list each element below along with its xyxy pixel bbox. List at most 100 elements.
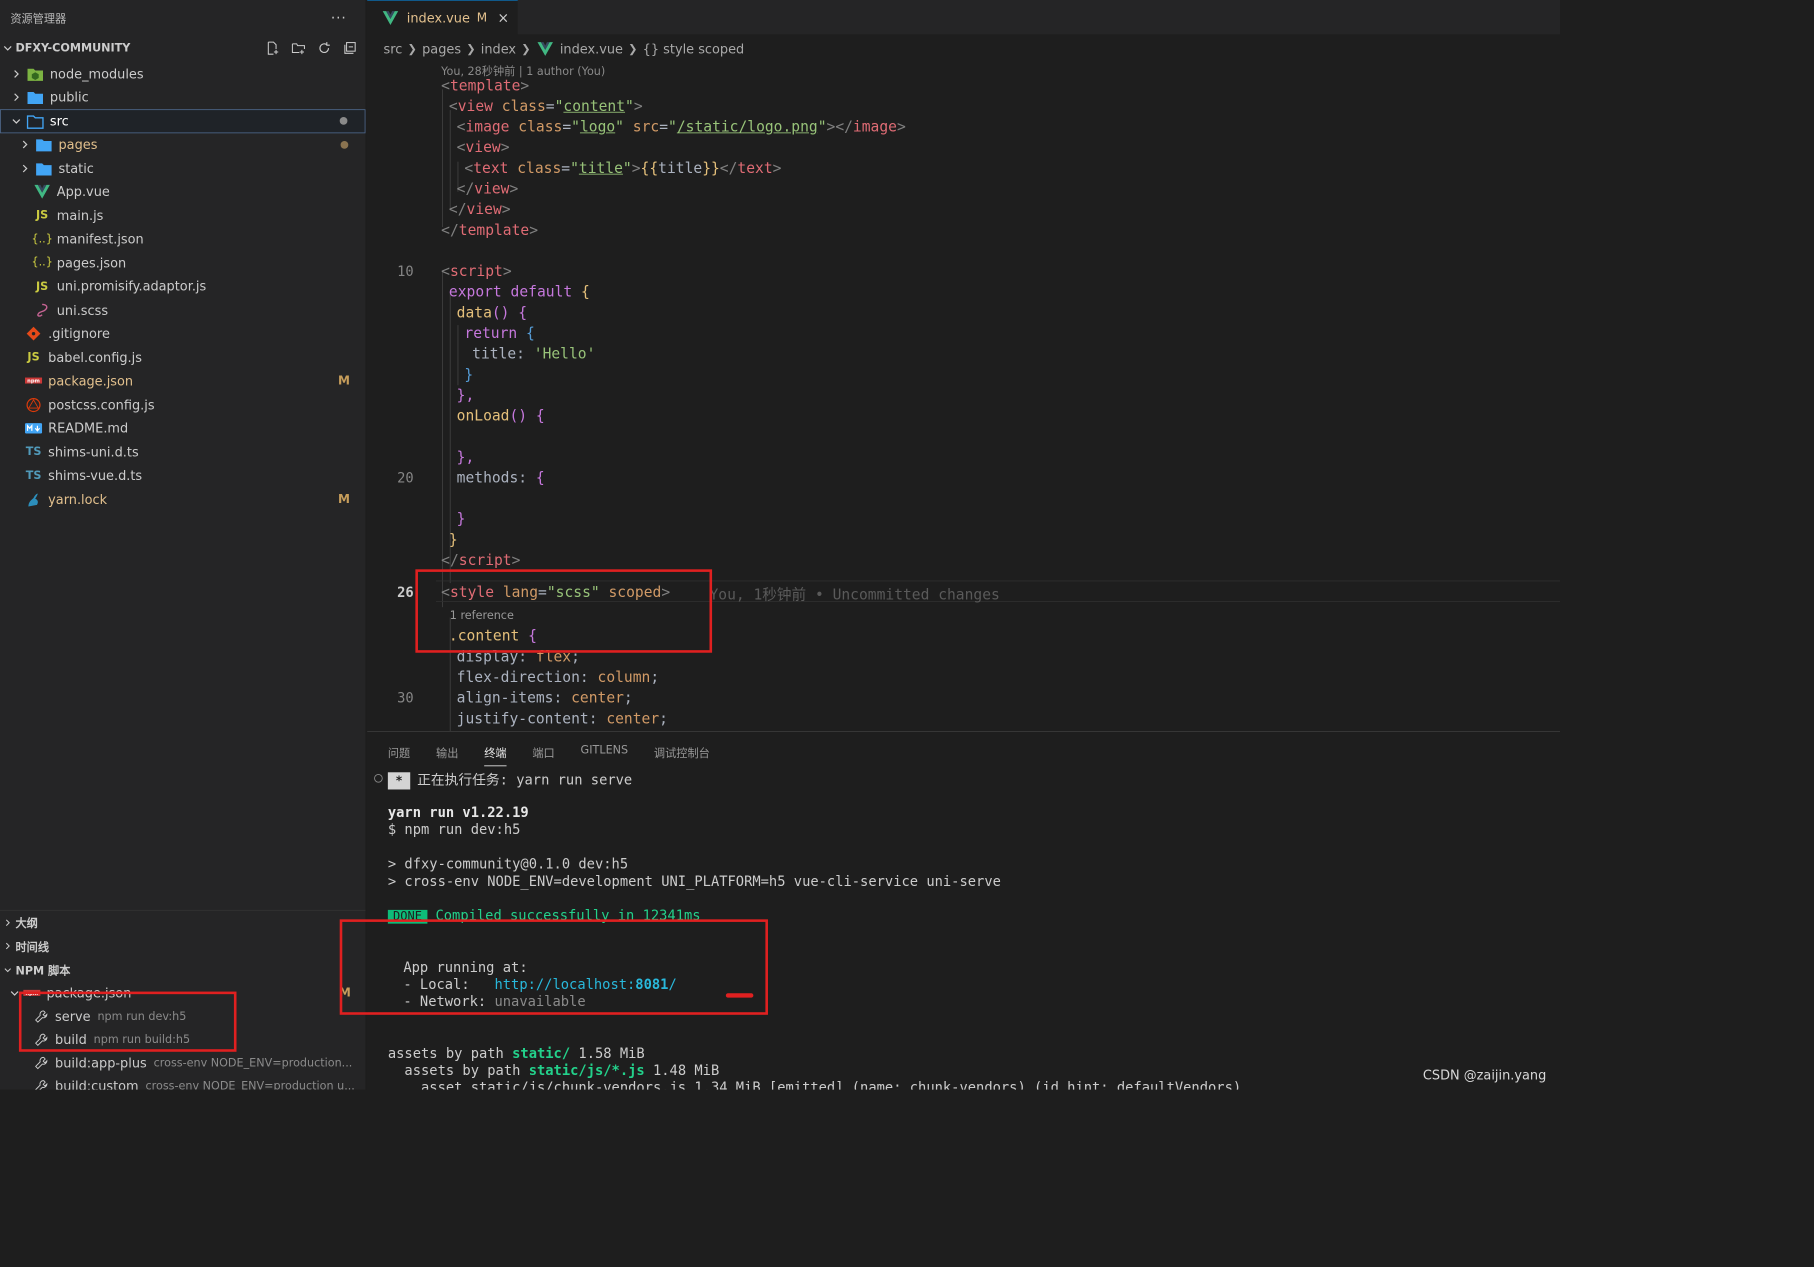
local-slash[interactable]: / <box>668 976 676 992</box>
assets-text: assets by path <box>387 1062 529 1079</box>
new-folder-icon[interactable] <box>290 40 307 57</box>
local-url[interactable]: http://localhost: <box>494 976 635 992</box>
folder-icon <box>34 160 53 177</box>
breadcrumb-item[interactable]: index.vue <box>560 41 623 56</box>
annotation-underline <box>725 993 754 998</box>
npm-script-cmd: cross-env NODE_ENV=production u... <box>145 1079 355 1090</box>
tree-item-yarn-lock[interactable]: yarn.lock M <box>0 488 366 512</box>
bottom-panel: 问题 输出 终端 端口 GITLENS 调试控制台 * 正在执行任务: yarn … <box>367 731 1561 1090</box>
section-npm-scripts[interactable]: NPM 脚本 <box>0 958 366 982</box>
code-line: display: flex; <box>456 648 580 666</box>
tree-item-uni-promisify[interactable]: JS uni.promisify.adaptor.js <box>0 275 366 299</box>
sidebar-sections: 大纲 时间线 NPM 脚本 npm package.json M serve n… <box>0 909 366 1090</box>
close-icon[interactable]: × <box>498 9 510 25</box>
tree-item-label: shims-vue.d.ts <box>48 468 143 484</box>
chevron-right-icon: ❯ <box>521 42 531 56</box>
npm-package-json[interactable]: npm package.json M <box>0 982 366 1005</box>
tree-item-static[interactable]: static <box>0 157 366 181</box>
local-label: - Local: <box>403 976 495 993</box>
terminal-line: - Network: unavailable <box>403 993 585 1009</box>
npm-script-build-app-plus[interactable]: build:app-plus cross-env NODE_ENV=produc… <box>0 1051 366 1074</box>
breadcrumb-item[interactable]: pages <box>422 41 461 56</box>
code-line: <view class="content"> <box>448 98 643 116</box>
terminal-line: $ npm run dev:h5 <box>387 821 521 838</box>
chevron-right-icon <box>17 161 32 176</box>
local-port[interactable]: 8081 <box>635 976 668 992</box>
breadcrumb-item[interactable]: index <box>481 41 516 56</box>
tree-item-app-vue[interactable]: App.vue <box>0 180 366 204</box>
project-header[interactable]: DFXY-COMMUNITY <box>0 34 366 62</box>
wrench-icon <box>33 1008 50 1025</box>
npm-script-cmd: cross-env NODE_ENV=production... <box>153 1056 353 1070</box>
tree-item-node-modules[interactable]: node_modules <box>0 62 366 86</box>
assets-text: assets by path <box>387 1044 513 1062</box>
code-line: export default { <box>448 283 590 301</box>
tab-terminal[interactable]: 终端 <box>484 744 507 767</box>
tree-item-uni-scss[interactable]: uni.scss <box>0 298 366 322</box>
tree-item-label: uni.promisify.adaptor.js <box>56 278 207 295</box>
section-outline[interactable]: 大纲 <box>0 911 366 935</box>
tree-item-src[interactable]: src <box>0 109 366 133</box>
tree-item-gitignore[interactable]: .gitignore <box>0 322 366 346</box>
collapse-all-icon[interactable] <box>341 40 358 57</box>
tab-gitlens[interactable]: GITLENS <box>581 744 629 766</box>
wrench-icon <box>33 1054 50 1071</box>
chevron-right-icon <box>9 66 24 81</box>
folder-icon <box>34 136 53 153</box>
tree-item-label: pages <box>58 136 98 153</box>
npm-icon: npm <box>22 985 41 1002</box>
tree-item-public[interactable]: public <box>0 86 366 110</box>
chevron-down-icon <box>0 40 15 55</box>
npm-script-serve[interactable]: serve npm run dev:h5 <box>0 1005 366 1028</box>
tree-item-main-js[interactable]: JS main.js <box>0 204 366 228</box>
tree-item-readme[interactable]: README.md <box>0 417 366 441</box>
code-line: } <box>448 531 458 549</box>
tree-item-pages[interactable]: pages <box>0 133 366 157</box>
tab-index-vue[interactable]: index.vue M × <box>367 0 518 35</box>
tree-item-label: .gitignore <box>48 326 110 342</box>
terminal-line: asset static/js/chunk-vendors.js 1.34 Mi… <box>387 1079 1242 1090</box>
new-file-icon[interactable] <box>264 40 281 57</box>
tree-item-postcss-config[interactable]: postcss.config.js <box>0 393 366 417</box>
code-line: } <box>456 510 466 529</box>
section-timeline[interactable]: 时间线 <box>0 934 366 958</box>
vue-icon <box>536 40 555 57</box>
code-line: </script> <box>441 552 521 570</box>
line-number: 10 <box>397 263 414 280</box>
chevron-right-icon: ❯ <box>466 42 476 56</box>
breadcrumb-item[interactable]: {} style scoped <box>643 41 745 56</box>
tree-item-pages-json[interactable]: {..} pages.json <box>0 251 366 275</box>
npm-script-build-custom[interactable]: build:custom cross-env NODE_ENV=producti… <box>0 1075 366 1090</box>
tree-item-shims-uni[interactable]: TS shims-uni.d.ts <box>0 440 366 464</box>
tree-item-label: public <box>49 89 89 106</box>
code-line: onLoad() { <box>456 407 545 425</box>
wrench-icon <box>33 1031 50 1048</box>
explorer-title: 资源管理器 <box>10 12 67 26</box>
js-icon: JS <box>36 209 49 223</box>
tree-item-package-json[interactable]: npm package.json M <box>0 369 366 393</box>
npm-script-build[interactable]: build npm run build:h5 <box>0 1028 366 1051</box>
code-line: methods: { <box>456 469 545 487</box>
breadcrumb-item[interactable]: src <box>384 41 403 56</box>
tab-problems[interactable]: 问题 <box>388 744 410 766</box>
tree-item-manifest-json[interactable]: {..} manifest.json <box>0 227 366 251</box>
tree-item-label: pages.json <box>56 255 127 271</box>
tab-output[interactable]: 输出 <box>436 744 458 766</box>
compiled-text: Compiled successfully in 12341ms <box>427 907 701 924</box>
codelens-references[interactable]: 1 reference <box>450 610 514 623</box>
indent-guide <box>442 89 443 228</box>
tree-item-shims-vue[interactable]: TS shims-vue.d.ts <box>0 464 366 488</box>
modified-badge: M <box>338 374 351 389</box>
svg-text:npm: npm <box>25 991 38 997</box>
refresh-icon[interactable] <box>316 40 333 57</box>
tab-debug-console[interactable]: 调试控制台 <box>654 744 710 766</box>
tab-ports[interactable]: 端口 <box>532 744 554 766</box>
node-modules-folder-icon <box>26 65 45 82</box>
more-actions-button[interactable]: ··· <box>331 9 347 25</box>
chevron-right-icon <box>0 915 15 930</box>
code-editor[interactable]: You, 28秒钟前 | 1 author (You) <template> <… <box>367 58 1561 731</box>
assets-size: 1.58 MiB <box>570 1044 645 1062</box>
editor-tabs: index.vue M × <box>367 0 1561 35</box>
section-label: 大纲 <box>15 917 38 931</box>
tree-item-babel-config[interactable]: JS babel.config.js <box>0 346 366 370</box>
